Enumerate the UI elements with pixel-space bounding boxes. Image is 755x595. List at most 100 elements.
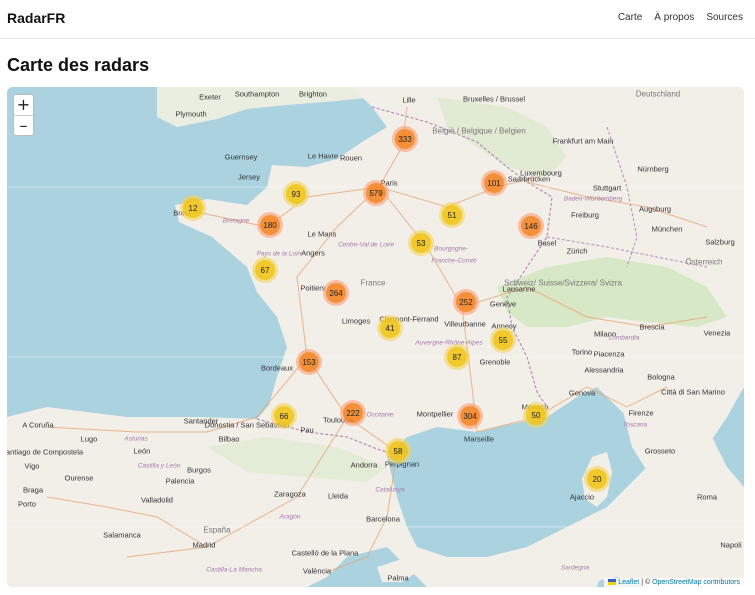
map-label: Bologna [647,372,675,382]
cluster-count: 67 [255,260,275,280]
map-label: Genova [568,388,596,398]
cluster-count: 222 [343,403,363,423]
cluster-count: 12 [183,198,203,218]
cluster-count: 333 [395,129,415,149]
cluster-count: 20 [587,469,607,489]
map-label: Aragón [279,513,301,521]
map-label: Genève [489,299,517,309]
map-label: Österreich [685,257,723,267]
map-label: Asturias [124,435,148,443]
radar-cluster-marker[interactable]: 333 [392,126,418,152]
zoom-out-button[interactable]: – [14,115,33,135]
radar-cluster-marker[interactable]: 252 [453,289,479,315]
radar-cluster-marker[interactable]: 222 [340,400,366,426]
attribution-separator: | © [639,579,653,586]
map-label: Ajaccio [569,492,595,502]
map-label: Jersey [237,172,261,182]
radar-cluster-marker[interactable]: 304 [457,403,483,429]
map-label: Toscana [622,421,648,429]
map-label: Castilla-La Mancha [206,566,262,574]
map-label: Rouen [339,153,363,163]
map-label: León [133,446,151,456]
radar-cluster-marker[interactable]: 66 [271,403,297,429]
map-label: Augsburg [638,204,672,214]
map-label: Barcelona [366,514,400,524]
radar-cluster-marker[interactable]: 101 [481,170,507,196]
cluster-count: 53 [411,233,431,253]
map-label: Pau [300,425,314,435]
radar-cluster-marker[interactable]: 579 [363,180,389,206]
map-label: München [651,224,683,234]
map-label: Lausanne [502,284,536,294]
map-label: Braga [22,485,44,495]
map-label: France [360,278,386,288]
map-label: Montpellier [416,409,454,419]
map-attribution: Leaflet | © OpenStreetMap contributors [604,578,744,587]
radar-cluster-marker[interactable]: 87 [444,344,470,370]
map-label: Frankfurt am Main [552,136,614,146]
map-label: Plymouth [175,109,207,119]
map-label: Santiago de Compostela [7,447,84,457]
zoom-in-button[interactable]: + [14,95,33,115]
map-label: Torino [571,347,593,357]
map-label: Zürich [566,246,588,256]
map-label: Salzburg [705,237,735,247]
radar-cluster-marker[interactable]: 55 [490,327,516,353]
map-label: Bilbao [218,434,240,444]
radar-cluster-marker[interactable]: 146 [518,213,544,239]
map-label: Andorra [350,460,378,470]
cluster-count: 101 [484,173,504,193]
map-label: Lleida [327,491,349,501]
map-label: Bordeaux [260,363,294,373]
map-label: Basel [537,238,557,248]
map-label: Madrid [192,540,216,550]
leaflet-link[interactable]: Leaflet [618,579,639,586]
nav-link-a-propos[interactable]: À propos [654,12,694,23]
radar-cluster-marker[interactable]: 53 [408,230,434,256]
radar-cluster-marker[interactable]: 93 [283,181,309,207]
radar-cluster-marker[interactable]: 58 [385,438,411,464]
map-label: Marseille [463,434,495,444]
map-label: Valladolid [141,495,173,505]
map-label: Grenoble [479,357,511,367]
radar-cluster-marker[interactable]: 41 [377,315,403,341]
radar-map[interactable]: Plymouth Exeter Southampton Brighton Lille Br… [7,87,744,587]
map-label: Napoli [720,540,742,550]
radar-cluster-marker[interactable]: 20 [584,466,610,492]
nav-link-carte[interactable]: Carte [618,12,642,23]
map-label: Castelló de la Plana [291,548,359,558]
map-label: Venezia [703,328,731,338]
osm-link[interactable]: OpenStreetMap contributors [652,579,740,586]
radar-cluster-marker[interactable]: 180 [257,212,283,238]
map-label: Catalunya [375,486,405,494]
radar-cluster-marker[interactable]: 67 [252,257,278,283]
map-label: Nürnberg [637,164,669,174]
map-label: Bretagne [222,217,250,225]
cluster-count: 304 [460,406,480,426]
map-label: Bruxelles / Brussel [462,94,526,104]
map-label: Guernsey [224,152,258,162]
map-label: Stuttgart [592,183,622,193]
radar-cluster-marker[interactable]: 153 [296,349,322,375]
map-label: Città di San Marino [661,387,725,397]
nav-link-sources[interactable]: Sources [706,12,743,23]
map-label: Angers [301,248,325,258]
radar-cluster-marker[interactable]: 264 [323,280,349,306]
map-label: Lugo [80,434,98,444]
cluster-count: 180 [260,215,280,235]
map-label: Centre-Val de Loire [337,241,395,249]
map-label: Grosseto [644,446,676,456]
radar-cluster-marker[interactable]: 12 [180,195,206,221]
cluster-count: 146 [521,216,541,236]
map-label: Baden-Württemberg [563,195,623,203]
map-label: Le Havre [307,151,339,161]
map-label: Roma [696,492,718,502]
brand-logo[interactable]: RadarFR [7,10,65,26]
radar-cluster-marker[interactable]: 51 [439,202,465,228]
cluster-count: 579 [366,183,386,203]
cluster-count: 58 [388,441,408,461]
radar-cluster-marker[interactable]: 50 [523,402,549,428]
ukraine-flag-icon [608,579,617,585]
map-label: Piacenza [593,349,625,359]
nav-links: Carte À propos Sources [618,12,743,23]
